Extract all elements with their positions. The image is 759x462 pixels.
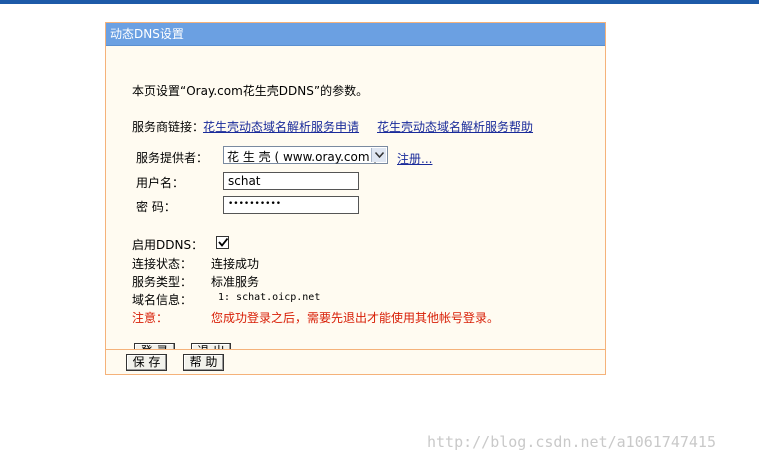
connection-status-label: 连接状态： [132, 257, 193, 271]
password-value: •••••••••• [228, 199, 282, 209]
username-value: schat [228, 174, 261, 188]
domain-info-value: 1: schat.oicp.net [218, 292, 321, 303]
help-button[interactable]: 帮 助 [183, 354, 224, 371]
notice-text: 您成功登录之后，需要先退出才能使用其他帐号登录。 [211, 311, 500, 325]
panel-footer: 保 存 帮 助 [106, 349, 605, 374]
username-input[interactable]: schat [223, 172, 359, 190]
connection-status-value: 连接成功 [211, 257, 260, 271]
provider-label: 服务提供者： [136, 151, 209, 165]
provider-links-label: 服务商链接： [132, 120, 205, 134]
service-type-label: 服务类型： [132, 275, 193, 289]
panel-content: 本页设置“Oray.com花生壳DDNS”的参数。 服务商链接： 花生壳动态域名… [106, 45, 605, 360]
watermark-text: http://blog.csdn.net/a1061747415 [427, 433, 716, 451]
ddns-settings-panel: 动态DNS设置 本页设置“Oray.com花生壳DDNS”的参数。 服务商链接：… [105, 22, 606, 375]
password-label: 密 码： [136, 200, 176, 214]
ddns-apply-link[interactable]: 花生壳动态域名解析服务申请 [203, 118, 359, 135]
service-type-value: 标准服务 [211, 275, 260, 289]
enable-ddns-checkbox[interactable] [216, 236, 229, 249]
provider-select-value: 花 生 壳 ( www.oray.com ) [227, 150, 379, 164]
intro-text: 本页设置“Oray.com花生壳DDNS”的参数。 [132, 84, 369, 98]
save-button[interactable]: 保 存 [126, 354, 167, 371]
enable-ddns-label: 启用DDNS： [132, 238, 204, 252]
checkmark-icon [218, 237, 228, 247]
top-bar [0, 0, 759, 4]
domain-info-label: 域名信息： [132, 293, 193, 307]
ddns-help-link[interactable]: 花生壳动态域名解析服务帮助 [377, 118, 533, 135]
provider-select[interactable]: 花 生 壳 ( www.oray.com ) [223, 146, 388, 164]
username-label: 用户名： [136, 176, 185, 190]
panel-title: 动态DNS设置 [106, 23, 605, 46]
password-input[interactable]: •••••••••• [223, 196, 359, 214]
register-link[interactable]: 注册... [397, 150, 432, 167]
notice-label: 注意： [132, 311, 169, 325]
chevron-down-icon[interactable] [371, 148, 386, 162]
